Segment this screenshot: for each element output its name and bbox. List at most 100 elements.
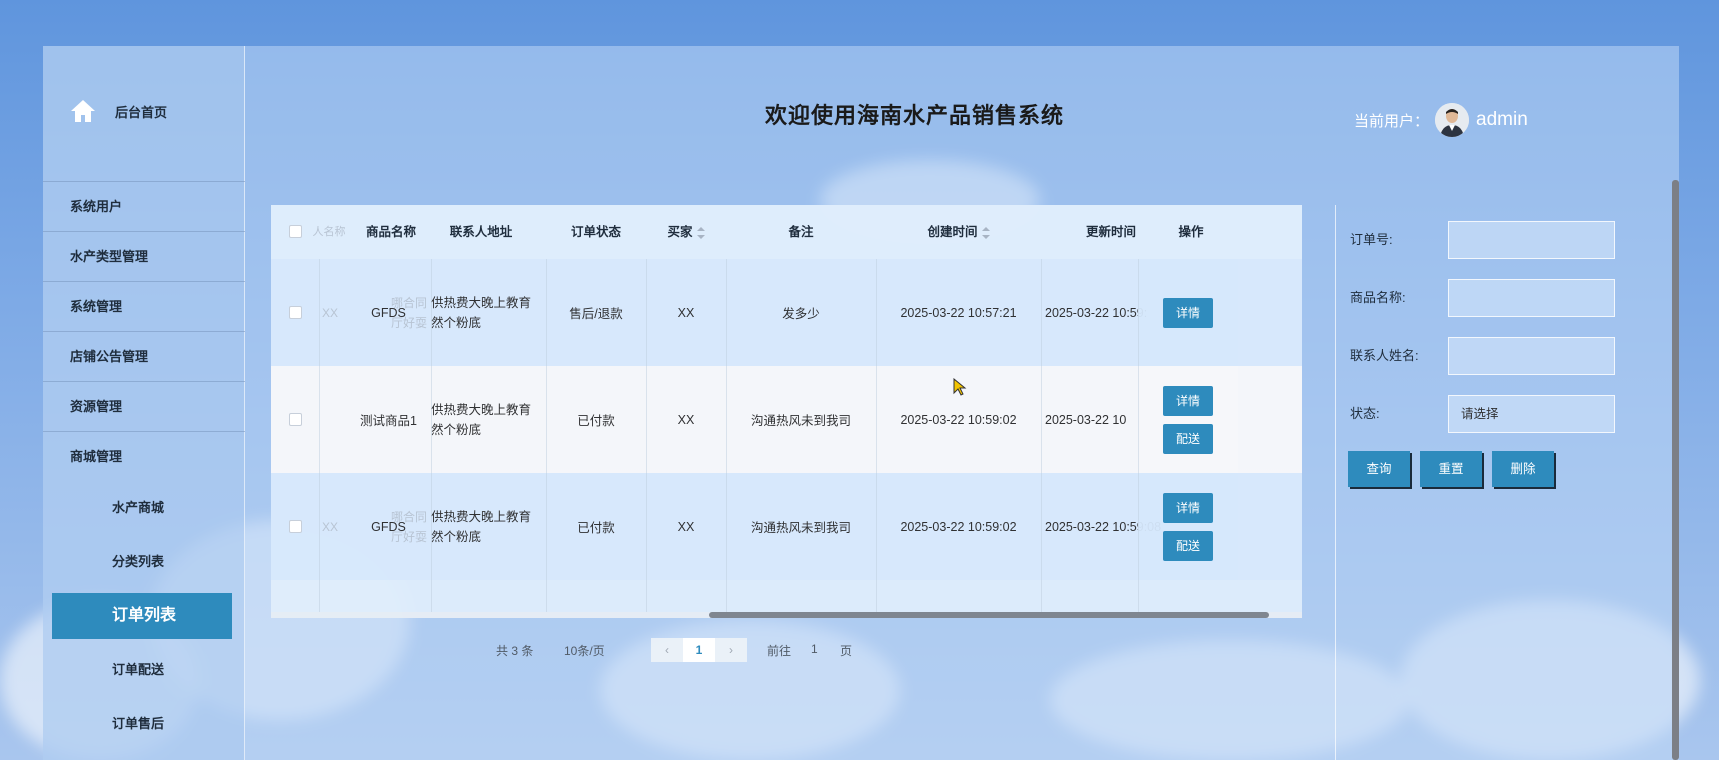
col-created-time[interactable]: 创建时间 [876, 205, 1041, 259]
pagination-page-size[interactable]: 10条/页 [564, 642, 605, 659]
row-checkbox[interactable] [288, 520, 302, 533]
detail-button[interactable]: 详情 [1163, 492, 1213, 523]
row-actions: 详情 配送 [1138, 473, 1238, 580]
home-link[interactable]: 后台首页 [69, 98, 167, 124]
sidebar-item-resources[interactable]: 资源管理 [43, 381, 245, 431]
buyer: XX [677, 305, 695, 320]
product-overflow-line2: 厅好耍 [390, 315, 427, 330]
col-order-status: 订单状态 [570, 225, 621, 239]
avatar[interactable] [1435, 103, 1470, 137]
col-contact-address: 联系人地址 [449, 225, 513, 239]
row-actions: 详情 配送 [1138, 366, 1238, 473]
pagination-page-1[interactable]: 1 [683, 638, 715, 662]
product-overflow-line1: 哪合同 [390, 295, 427, 310]
page-title: 欢迎使用海南水产品销售系统 [765, 103, 1065, 128]
created-time: 2025-03-22 10:57:21 [900, 305, 1017, 320]
address-line2: 然个粉底 [431, 422, 482, 437]
created-time: 2025-03-22 10:59:02 [900, 519, 1017, 534]
status-select[interactable]: 请选择 [1448, 395, 1615, 433]
table-row: XX GFDS 哪合同 厅好耍 供热费大晚上教育 然个粉底 售后/退款 XX 发多少… [271, 259, 1302, 366]
column-divider [546, 259, 547, 612]
note: 沟通热风未到我司 [750, 521, 851, 535]
deliver-button[interactable]: 配送 [1163, 530, 1213, 561]
contact-name-input[interactable] [1448, 337, 1615, 375]
contact-address: 供热费大晚上教育 然个粉底 [431, 366, 541, 473]
column-divider [319, 259, 320, 612]
home-label: 后台首页 [115, 104, 168, 120]
product-overflow: 哪合同 厅好耍 [389, 473, 429, 580]
sidebar-item-system-management[interactable]: 系统管理 [43, 281, 245, 331]
pagination: 共 3 条 10条/页 ‹ 1 › 前往 1 页 [0, 638, 1719, 662]
pagination-total: 共 3 条 [496, 644, 534, 658]
detail-button[interactable]: 详情 [1163, 297, 1213, 328]
col-actions: 操作 [1178, 225, 1204, 239]
sidebar-item-system-users[interactable]: 系统用户 [43, 181, 245, 231]
home-icon [71, 100, 95, 122]
product-name: 测试商品1 [360, 414, 417, 428]
column-divider [646, 259, 647, 612]
row-checkbox[interactable] [288, 413, 302, 426]
row-select-cell [271, 366, 319, 473]
sidebar-item-store-announcements[interactable]: 店铺公告管理 [43, 331, 245, 381]
column-divider [1138, 259, 1139, 612]
buyer: XX [677, 412, 695, 427]
pagination-goto-input[interactable]: 1 [811, 642, 818, 656]
table-row: XX GFDS 哪合同 厅好耍 供热费大晚上教育 然个粉底 已付款 XX 沟通热风未… [271, 473, 1302, 580]
product-overflow-line1: 哪合同 [390, 509, 427, 524]
sidebar-item-aquatic-types[interactable]: 水产类型管理 [43, 231, 245, 281]
deliver-button[interactable]: 配送 [1163, 423, 1213, 454]
column-divider [876, 259, 877, 612]
contact-address: 供热费大晚上教育 然个粉底 [431, 473, 541, 580]
table-scroll-thumb[interactable] [709, 612, 1269, 618]
page-vertical-scrollbar[interactable] [1672, 180, 1679, 760]
column-divider [1041, 259, 1042, 612]
username: admin [1476, 109, 1528, 130]
row-select-cell [271, 259, 319, 366]
sidebar-menu: 系统用户 水产类型管理 系统管理 店铺公告管理 资源管理 商城管理 水产商城 分… [43, 181, 245, 751]
buyer: XX [677, 519, 695, 534]
pagination-next-button[interactable]: › [715, 638, 747, 662]
row-select-cell [271, 473, 319, 580]
address-line1: 供热费大晚上教育 [431, 295, 532, 310]
address-line2: 然个粉底 [431, 315, 482, 330]
order-status: 已付款 [577, 414, 615, 428]
pagination-goto-label: 前往 [767, 644, 792, 658]
column-divider [431, 259, 432, 612]
product-overflow: 哪合同 厅好耍 [389, 259, 429, 366]
contact-name-label: 联系人姓名: [1350, 348, 1419, 363]
col-buyer-label: 买家 [667, 225, 693, 239]
col-note: 备注 [788, 225, 814, 239]
product-name-input[interactable] [1448, 279, 1615, 317]
sort-icon[interactable] [981, 226, 990, 239]
reset-button[interactable]: 重置 [1420, 451, 1482, 487]
row-checkbox[interactable] [288, 306, 302, 319]
table-row: 测试商品1 供热费大晚上教育 然个粉底 已付款 XX 沟通热风未到我司 2025-… [271, 366, 1302, 473]
col-buyer[interactable]: 买家 [646, 205, 726, 259]
mouse-cursor-icon [953, 378, 967, 396]
column-divider [726, 259, 727, 612]
contact-address: 供热费大晚上教育 然个粉底 [431, 259, 541, 366]
order-no-input[interactable] [1448, 221, 1615, 259]
pagination-page-suffix: 页 [840, 644, 853, 658]
order-table: 人名称 商品名称 联系人地址 订单状态 买家 备注 创建时间 更新时间 操作 X… [271, 205, 1302, 618]
sidebar-subitem-order-aftersale[interactable]: 订单售后 [43, 697, 245, 751]
sidebar-item-mall-management[interactable]: 商城管理 [43, 431, 245, 481]
order-status: 已付款 [577, 521, 615, 535]
note: 沟通热风未到我司 [750, 414, 851, 428]
delete-button[interactable]: 删除 [1492, 451, 1554, 487]
order-status: 售后/退款 [569, 307, 623, 321]
sort-icon[interactable] [696, 226, 705, 239]
row-actions: 详情 [1138, 259, 1238, 366]
sidebar-subitem-aquatic-mall[interactable]: 水产商城 [43, 481, 245, 535]
col-created-label: 创建时间 [927, 225, 978, 239]
pagination-prev-button[interactable]: ‹ [651, 638, 683, 662]
detail-button[interactable]: 详情 [1163, 385, 1213, 416]
user-avatar-icon [1435, 103, 1470, 137]
sidebar-subitem-order-list[interactable]: 订单列表 [52, 593, 232, 639]
panel-divider [1335, 205, 1336, 760]
query-button[interactable]: 查询 [1348, 451, 1410, 487]
address-line1: 供热费大晚上教育 [431, 509, 532, 524]
sidebar-subitem-category-list[interactable]: 分类列表 [43, 535, 245, 589]
table-horizontal-scrollbar[interactable] [271, 612, 1302, 618]
table-header: 人名称 商品名称 联系人地址 订单状态 买家 备注 创建时间 更新时间 操作 [271, 205, 1302, 259]
